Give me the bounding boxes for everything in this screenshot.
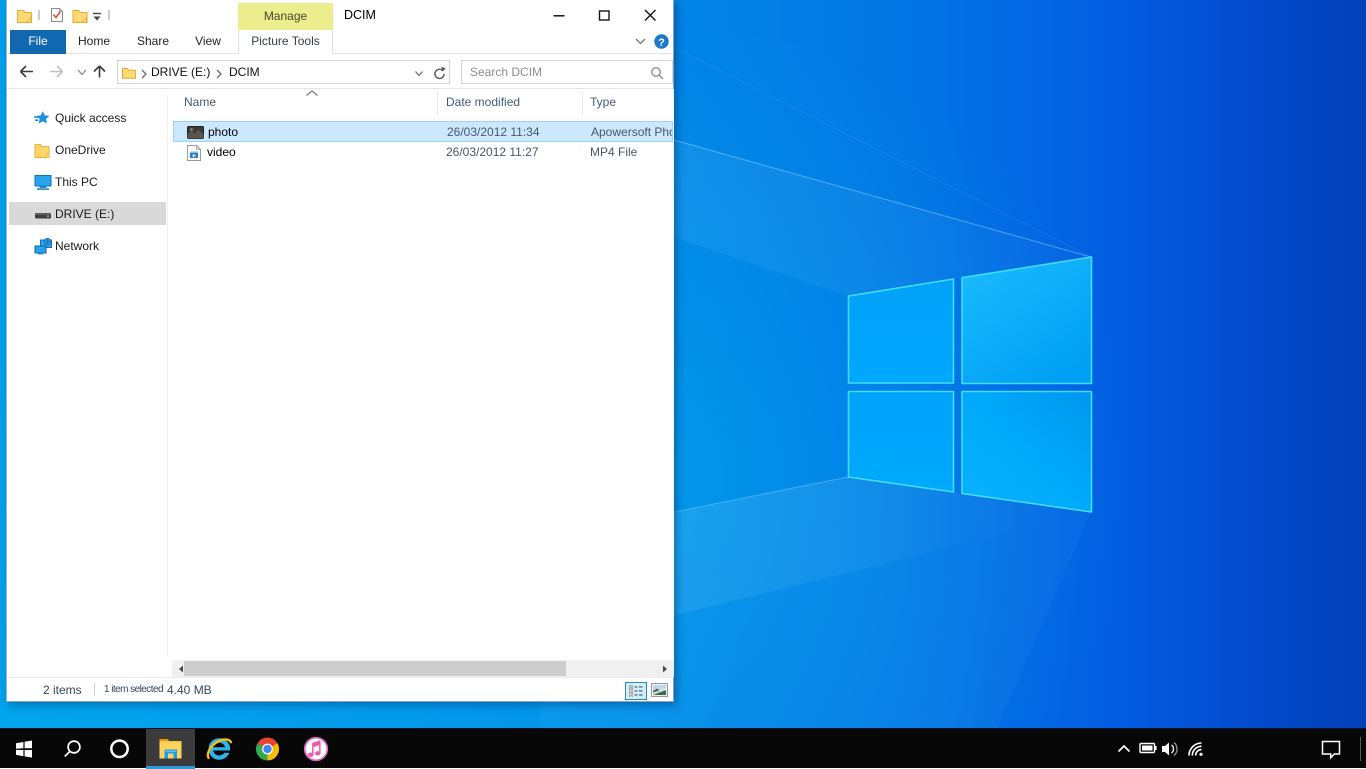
svg-text:?: ? (658, 37, 665, 49)
